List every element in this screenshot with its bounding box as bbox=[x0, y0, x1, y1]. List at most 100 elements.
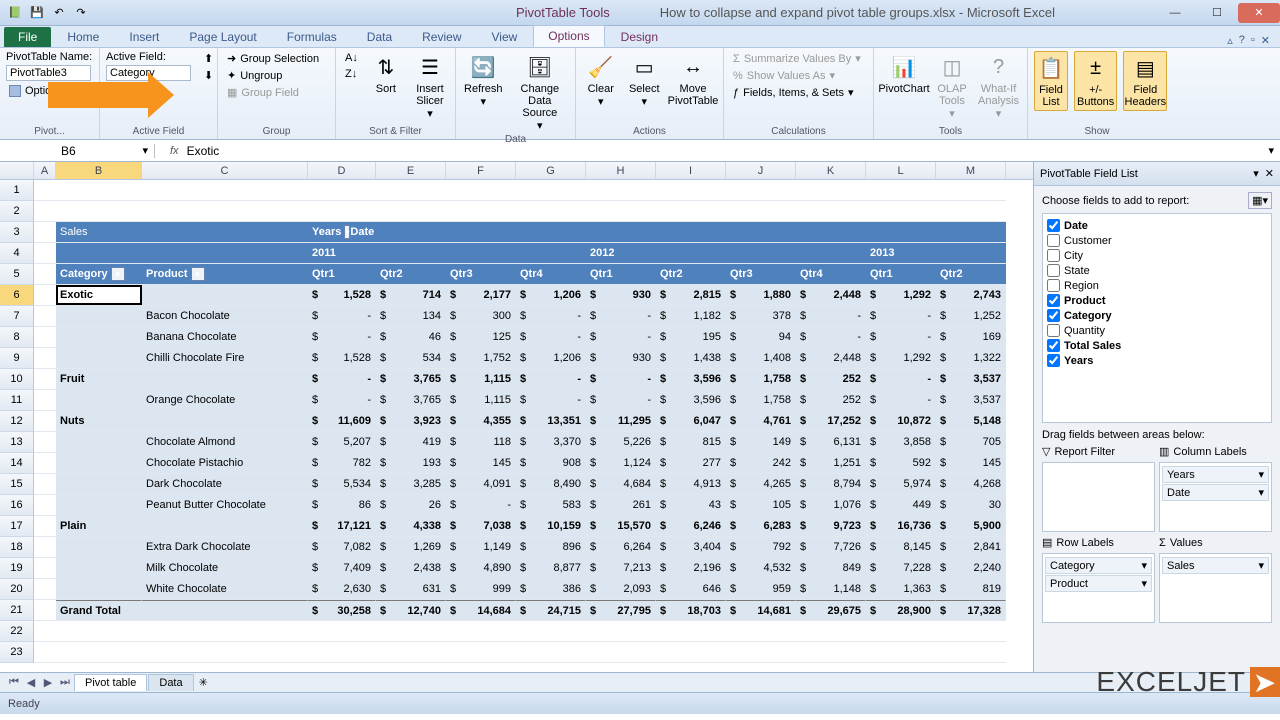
row-header-1[interactable]: 1 bbox=[0, 180, 34, 201]
tab-review[interactable]: Review bbox=[408, 27, 475, 47]
row-header-6[interactable]: 6 bbox=[0, 285, 34, 306]
field-city[interactable]: City bbox=[1047, 248, 1267, 263]
field-date[interactable]: Date bbox=[1047, 218, 1267, 233]
minimize-ribbon-icon[interactable]: ▵ bbox=[1227, 34, 1233, 47]
tab-file[interactable]: File bbox=[4, 27, 51, 47]
new-sheet-icon[interactable]: ✳ bbox=[199, 676, 208, 689]
row-header-13[interactable]: 13 bbox=[0, 432, 34, 453]
field-category[interactable]: Category bbox=[1047, 308, 1267, 323]
formula-input[interactable] bbox=[185, 142, 1263, 160]
save-icon[interactable]: 💾 bbox=[28, 4, 46, 22]
row-header-20[interactable]: 20 bbox=[0, 579, 34, 600]
group-selection-button[interactable]: ➜ Group Selection bbox=[224, 51, 322, 66]
insert-slicer-button[interactable]: ☰Insert Slicer▾ bbox=[411, 51, 449, 122]
category-filter-button[interactable]: ▾ bbox=[111, 267, 125, 281]
column-header-F[interactable]: F bbox=[446, 162, 516, 179]
redo-icon[interactable]: ↷ bbox=[72, 4, 90, 22]
sheet-nav-prev-icon[interactable]: ◀ bbox=[23, 676, 39, 689]
column-label-item-date[interactable]: Date▾ bbox=[1162, 484, 1269, 501]
refresh-button[interactable]: 🔄Refresh▾ bbox=[462, 51, 505, 110]
field-list-button[interactable]: 📋Field List bbox=[1034, 51, 1068, 111]
row-labels-box[interactable]: Category▾Product▾ bbox=[1042, 553, 1155, 623]
column-header-C[interactable]: C bbox=[142, 162, 308, 179]
row-header-12[interactable]: 12 bbox=[0, 411, 34, 432]
product-filter-button[interactable]: ▾ bbox=[191, 267, 205, 281]
worksheet[interactable]: ABCDEFGHIJKLM 12345678910111213141516171… bbox=[0, 162, 1033, 672]
sheet-nav-first-icon[interactable]: ⏮ bbox=[6, 676, 22, 689]
sort-asc-button[interactable]: A↓ bbox=[342, 51, 361, 65]
report-filter-box[interactable] bbox=[1042, 462, 1155, 532]
selected-cell[interactable]: Exotic bbox=[56, 285, 142, 305]
row-header-11[interactable]: 11 bbox=[0, 390, 34, 411]
field-list-close-icon[interactable]: ✕ bbox=[1265, 167, 1274, 180]
name-box-dropdown-icon[interactable]: ▾ bbox=[142, 144, 148, 157]
row-header-23[interactable]: 23 bbox=[0, 642, 34, 663]
column-header-J[interactable]: J bbox=[726, 162, 796, 179]
formula-expand-icon[interactable]: ▾ bbox=[1262, 144, 1280, 157]
row-label-item-category[interactable]: Category▾ bbox=[1045, 557, 1152, 574]
field-quantity[interactable]: Quantity bbox=[1047, 323, 1267, 338]
column-label-item-years[interactable]: Years▾ bbox=[1162, 466, 1269, 483]
tab-formulas[interactable]: Formulas bbox=[273, 27, 351, 47]
row-header-4[interactable]: 4 bbox=[0, 243, 34, 264]
column-header-M[interactable]: M bbox=[936, 162, 1006, 179]
field-total-sales[interactable]: Total Sales bbox=[1047, 338, 1267, 353]
row-header-16[interactable]: 16 bbox=[0, 495, 34, 516]
undo-icon[interactable]: ↶ bbox=[50, 4, 68, 22]
row-label-item-product[interactable]: Product▾ bbox=[1045, 575, 1152, 592]
column-header-G[interactable]: G bbox=[516, 162, 586, 179]
row-header-22[interactable]: 22 bbox=[0, 621, 34, 642]
row-header-7[interactable]: 7 bbox=[0, 306, 34, 327]
row-header-14[interactable]: 14 bbox=[0, 453, 34, 474]
field-customer[interactable]: Customer bbox=[1047, 233, 1267, 248]
ungroup-button[interactable]: ✦ Ungroup bbox=[224, 68, 322, 83]
row-header-19[interactable]: 19 bbox=[0, 558, 34, 579]
column-header-H[interactable]: H bbox=[586, 162, 656, 179]
value-item-sales[interactable]: Sales▾ bbox=[1162, 557, 1269, 574]
fields-items-sets-button[interactable]: ƒ Fields, Items, & Sets ▾ bbox=[730, 85, 864, 100]
column-header-B[interactable]: B bbox=[56, 162, 142, 179]
field-list-fields[interactable]: DateCustomerCityStateRegionProductCatego… bbox=[1042, 213, 1272, 423]
sheet-tab-pivot[interactable]: Pivot table bbox=[74, 674, 147, 691]
sort-desc-button[interactable]: Z↓ bbox=[342, 67, 361, 81]
tab-page-layout[interactable]: Page Layout bbox=[175, 27, 270, 47]
column-header-I[interactable]: I bbox=[656, 162, 726, 179]
row-header-2[interactable]: 2 bbox=[0, 201, 34, 222]
collapse-field-button[interactable]: ⬇ bbox=[201, 68, 216, 83]
close-button[interactable]: ✕ bbox=[1238, 3, 1280, 23]
values-box[interactable]: Sales▾ bbox=[1159, 553, 1272, 623]
select-all-button[interactable] bbox=[0, 162, 34, 179]
pivotchart-button[interactable]: 📊PivotChart bbox=[880, 51, 928, 97]
field-state[interactable]: State bbox=[1047, 263, 1267, 278]
row-header-8[interactable]: 8 bbox=[0, 327, 34, 348]
tab-data[interactable]: Data bbox=[353, 27, 406, 47]
sort-button[interactable]: ⇅Sort bbox=[367, 51, 405, 97]
row-header-3[interactable]: 3 bbox=[0, 222, 34, 243]
help-icon[interactable]: ? bbox=[1239, 34, 1245, 47]
select-button[interactable]: ▭Select▾ bbox=[626, 51, 664, 110]
sheet-nav-last-icon[interactable]: ⏭ bbox=[57, 676, 73, 689]
column-labels-box[interactable]: Years▾Date▾ bbox=[1159, 462, 1272, 532]
field-region[interactable]: Region bbox=[1047, 278, 1267, 293]
expand-field-button[interactable]: ⬆ bbox=[201, 51, 216, 66]
row-header-15[interactable]: 15 bbox=[0, 474, 34, 495]
close-workbook-icon[interactable]: ✕ bbox=[1261, 34, 1270, 47]
move-pivottable-button[interactable]: ↔Move PivotTable bbox=[669, 51, 717, 109]
row-header-10[interactable]: 10 bbox=[0, 369, 34, 390]
sheet-nav-next-icon[interactable]: ▶ bbox=[40, 676, 56, 689]
field-product[interactable]: Product bbox=[1047, 293, 1267, 308]
row-header-18[interactable]: 18 bbox=[0, 537, 34, 558]
column-header-A[interactable]: A bbox=[34, 162, 56, 179]
field-list-layout-icon[interactable]: ▦▾ bbox=[1248, 192, 1272, 209]
name-box-input[interactable] bbox=[61, 144, 121, 158]
row-header-17[interactable]: 17 bbox=[0, 516, 34, 537]
column-header-E[interactable]: E bbox=[376, 162, 446, 179]
field-years[interactable]: Years bbox=[1047, 353, 1267, 368]
tab-insert[interactable]: Insert bbox=[115, 27, 173, 47]
tab-home[interactable]: Home bbox=[53, 27, 113, 47]
column-header-L[interactable]: L bbox=[866, 162, 936, 179]
field-list-dropdown-icon[interactable]: ▾ bbox=[1253, 167, 1259, 180]
excel-icon[interactable]: 📗 bbox=[6, 4, 24, 22]
tab-design[interactable]: Design bbox=[607, 27, 672, 47]
clear-button[interactable]: 🧹Clear▾ bbox=[582, 51, 620, 110]
